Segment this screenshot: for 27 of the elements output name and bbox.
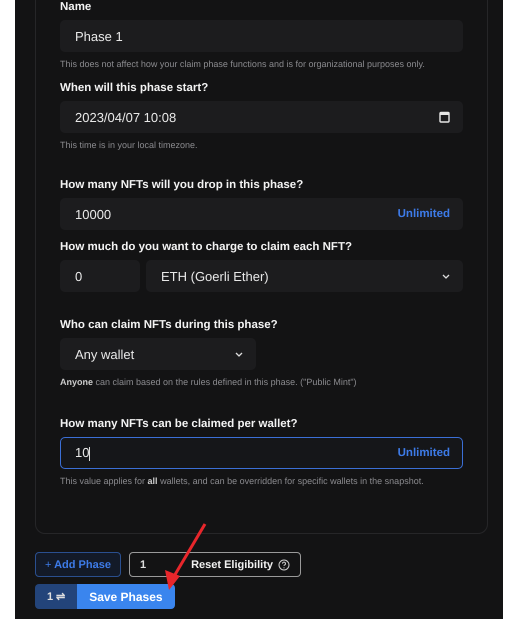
field-label: Who can claim NFTs during this phase? — [60, 318, 279, 332]
reset-eligibility-button[interactable]: 1 Reset Eligibility — [128, 552, 301, 577]
date-field[interactable]: 2023/04/07 10:08 — [60, 101, 463, 133]
wallet-dropdown[interactable]: Any wallet — [60, 338, 256, 370]
unlimited-button[interactable]: Unlimited — [398, 208, 450, 220]
price-field[interactable]: 0 — [60, 260, 140, 292]
help-text: Anyone can claim based on the rules defined in this phase. ("Public Mint") — [60, 376, 358, 389]
help-icon — [278, 558, 290, 570]
number-field[interactable]: 10 Unlimited — [60, 437, 463, 469]
field-label: How many NFTs can be claimed per wallet? — [60, 417, 299, 431]
field-label: How many NFTs will you drop in this phase? — [60, 178, 304, 192]
add-phase-button[interactable]: + Add Phase — [35, 552, 121, 577]
field-label: How much do you want to charge to claim each NFT? — [60, 240, 354, 254]
number-field[interactable]: 10000 Unlimited — [60, 198, 463, 230]
name-field[interactable]: Phase 1 — [60, 20, 463, 52]
help-text: This time is in your local timezone. — [60, 139, 199, 152]
field-label: When will this phase start? — [60, 81, 210, 95]
help-text: This does not affect how your claim phase functions and is for organizational purposes only. — [60, 58, 426, 71]
unlimited-button[interactable]: Unlimited — [398, 447, 450, 459]
field-label: Name — [60, 0, 92, 14]
save-phases-button[interactable]: Save Phases — [77, 584, 175, 609]
currency-dropdown[interactable]: ETH (Goerli Ether) — [146, 260, 463, 292]
chevron-down-icon — [235, 352, 243, 356]
change-count: 1 ⇌ — [35, 584, 78, 609]
chevron-down-icon — [442, 274, 450, 278]
calendar-icon[interactable] — [439, 111, 450, 123]
help-text: This value applies for all wallets, and can be overridden for specific wallets in the snapshot. — [60, 475, 425, 488]
